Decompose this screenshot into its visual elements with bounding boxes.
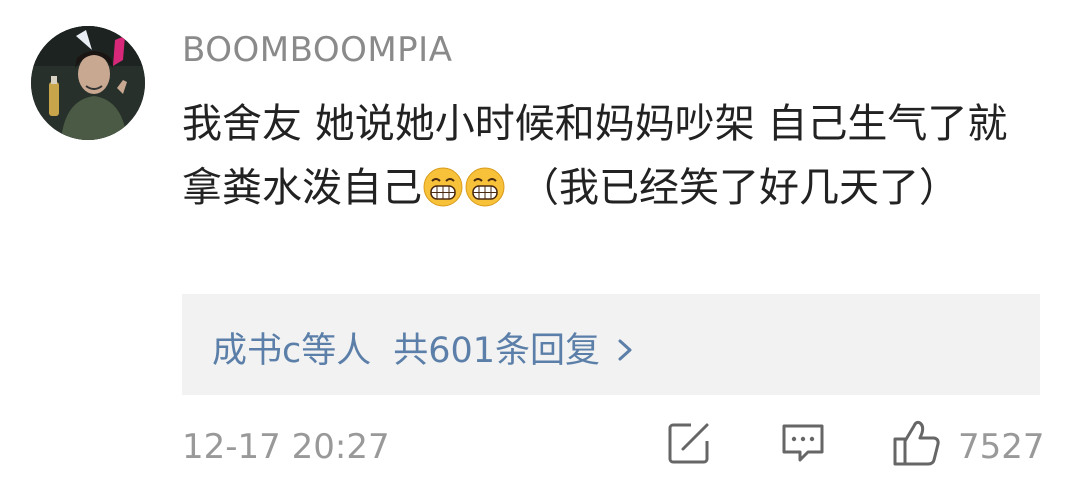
username[interactable]: BOOMBOOMPIA <box>182 30 452 70</box>
timestamp: 12-17 20:27 <box>182 427 390 467</box>
comment-bubble-icon[interactable] <box>780 421 826 465</box>
grinning-face-icon <box>465 167 505 207</box>
thumbs-up-icon[interactable] <box>892 418 942 468</box>
comment-text-aside: （我已经笑了好几天了） <box>519 165 959 211</box>
share-edit-icon[interactable] <box>667 421 711 465</box>
replies-summary[interactable]: 成书c等人 共601条回复 <box>182 294 1040 395</box>
chevron-right-icon <box>618 339 632 361</box>
like-count: 7527 <box>958 427 1045 467</box>
avatar[interactable] <box>31 26 145 140</box>
grinning-face-icon <box>423 167 463 207</box>
reply-names: 成书c等人 <box>212 331 372 371</box>
comment-text: 我舍友 她说她小时候和妈妈吵架 自己生气了就拿粪水泼自己 （我已经笑了好几天了） <box>182 92 1042 220</box>
reply-count: 共601条回复 <box>393 331 601 371</box>
replies-link[interactable]: 成书c等人 共601条回复 <box>212 322 636 373</box>
